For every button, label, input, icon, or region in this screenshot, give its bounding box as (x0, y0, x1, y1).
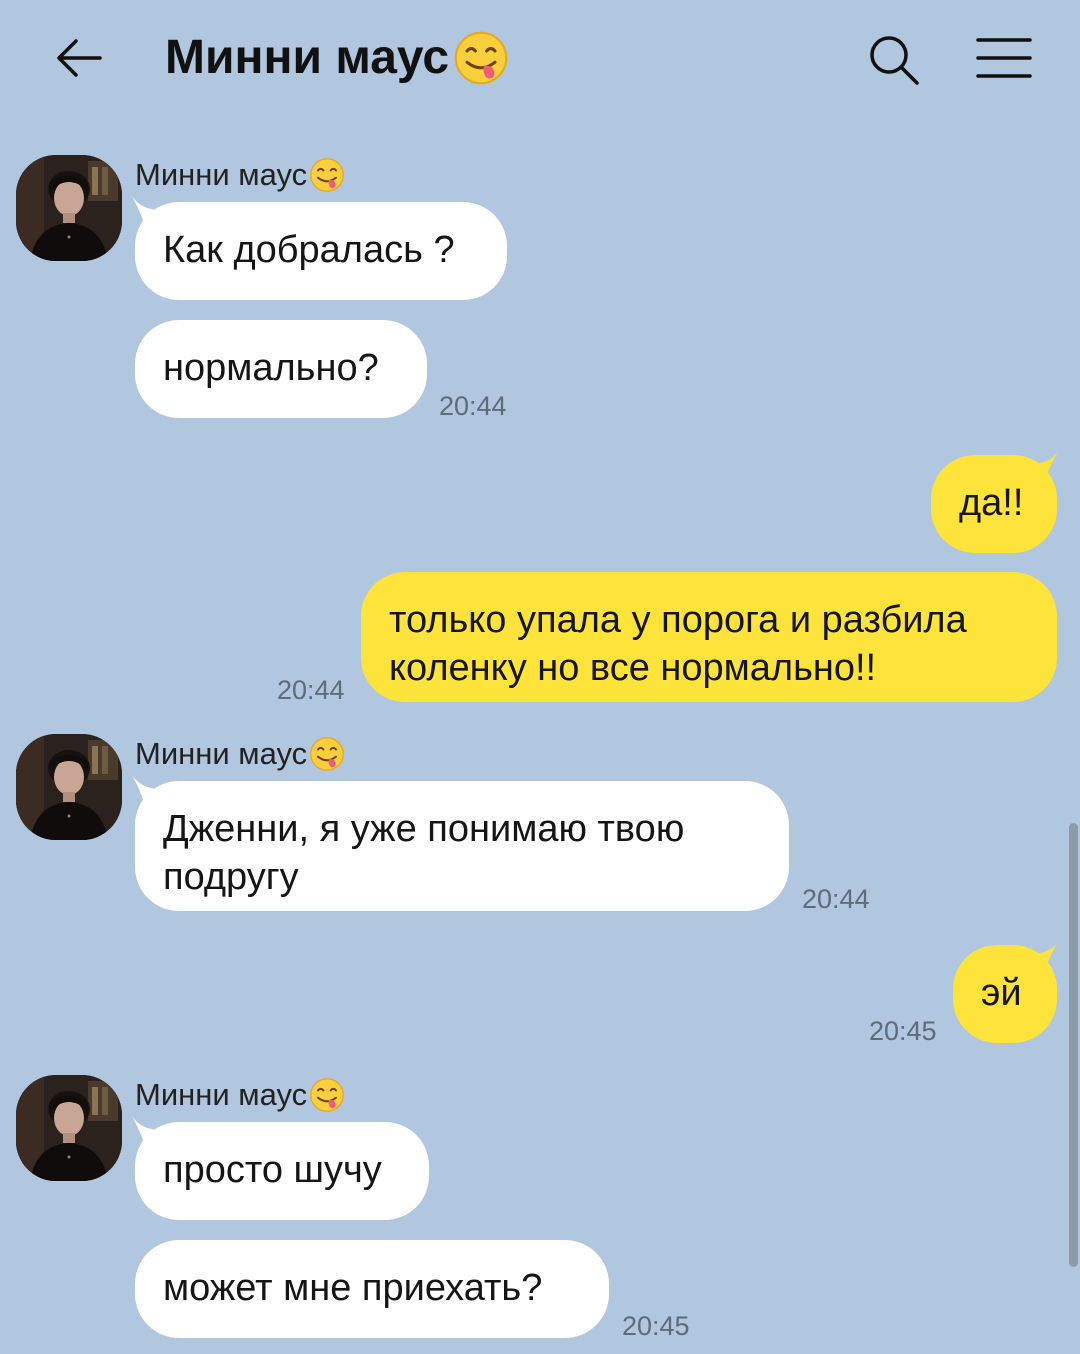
chat-header: Минни маус (0, 0, 1080, 118)
message-time: 20:45 (622, 1311, 690, 1341)
avatar[interactable] (16, 155, 122, 261)
message-text: может мне приехать? (163, 1267, 543, 1309)
sender-name: Минни маус (135, 1075, 345, 1115)
message-text: Дженни, я уже понимаю твою подругу (163, 808, 685, 898)
message-text: Как добралась ? (163, 229, 455, 271)
search-button[interactable] (862, 28, 926, 92)
message-text: просто шучу (163, 1149, 382, 1191)
avatar[interactable] (16, 1075, 122, 1181)
yum-face-emoji (309, 1077, 345, 1113)
menu-button[interactable] (972, 30, 1036, 86)
message-bubble[interactable]: может мне приехать? (135, 1240, 609, 1338)
search-icon (870, 36, 919, 85)
chat-title-text: Минни маус (165, 31, 450, 84)
message-bubble[interactable]: эй (953, 945, 1057, 1043)
back-button[interactable] (50, 28, 110, 88)
message-time: 20:45 (869, 1016, 937, 1046)
avatar[interactable] (16, 734, 122, 840)
message-bubble[interactable]: да!! (931, 455, 1057, 553)
message-text: нормально? (163, 347, 379, 389)
message-bubble[interactable]: нормально? (135, 320, 427, 418)
message-bubble[interactable]: только упала у порога и разбила коленку … (361, 572, 1057, 702)
message-text: только упала у порога и разбила коленку … (389, 599, 967, 689)
message-text: да!! (959, 482, 1024, 524)
yum-face-emoji (454, 31, 508, 85)
message-bubble[interactable]: Дженни, я уже понимаю твою подругу (135, 781, 789, 911)
message-time: 20:44 (802, 884, 870, 914)
sender-name: Минни маус (135, 155, 345, 195)
arrow-left-icon (57, 39, 102, 77)
hamburger-menu-icon (976, 38, 1032, 78)
message-time: 20:44 (439, 391, 507, 421)
chat-title: Минни маус (165, 28, 509, 88)
message-bubble[interactable]: просто шучу (135, 1122, 429, 1220)
message-time: 20:44 (277, 675, 345, 705)
yum-face-emoji (309, 157, 345, 193)
message-text: эй (981, 972, 1022, 1014)
message-bubble[interactable]: Как добралась ? (135, 202, 507, 300)
yum-face-emoji (309, 736, 345, 772)
sender-name: Минни маус (135, 734, 345, 774)
scrollbar[interactable] (1069, 823, 1078, 1267)
